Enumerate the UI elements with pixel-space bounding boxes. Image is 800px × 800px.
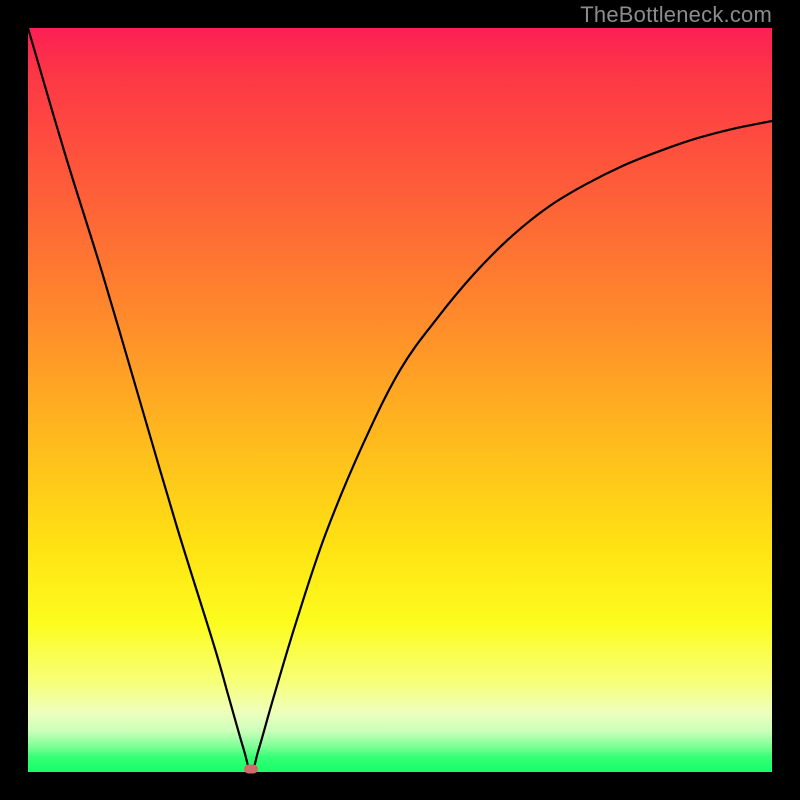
- chart-frame: TheBottleneck.com: [0, 0, 800, 800]
- bottleneck-curve-path: [28, 28, 772, 772]
- watermark-text: TheBottleneck.com: [580, 2, 772, 28]
- plot-area: [28, 28, 772, 772]
- curve-svg: [28, 28, 772, 772]
- min-marker: [244, 765, 258, 774]
